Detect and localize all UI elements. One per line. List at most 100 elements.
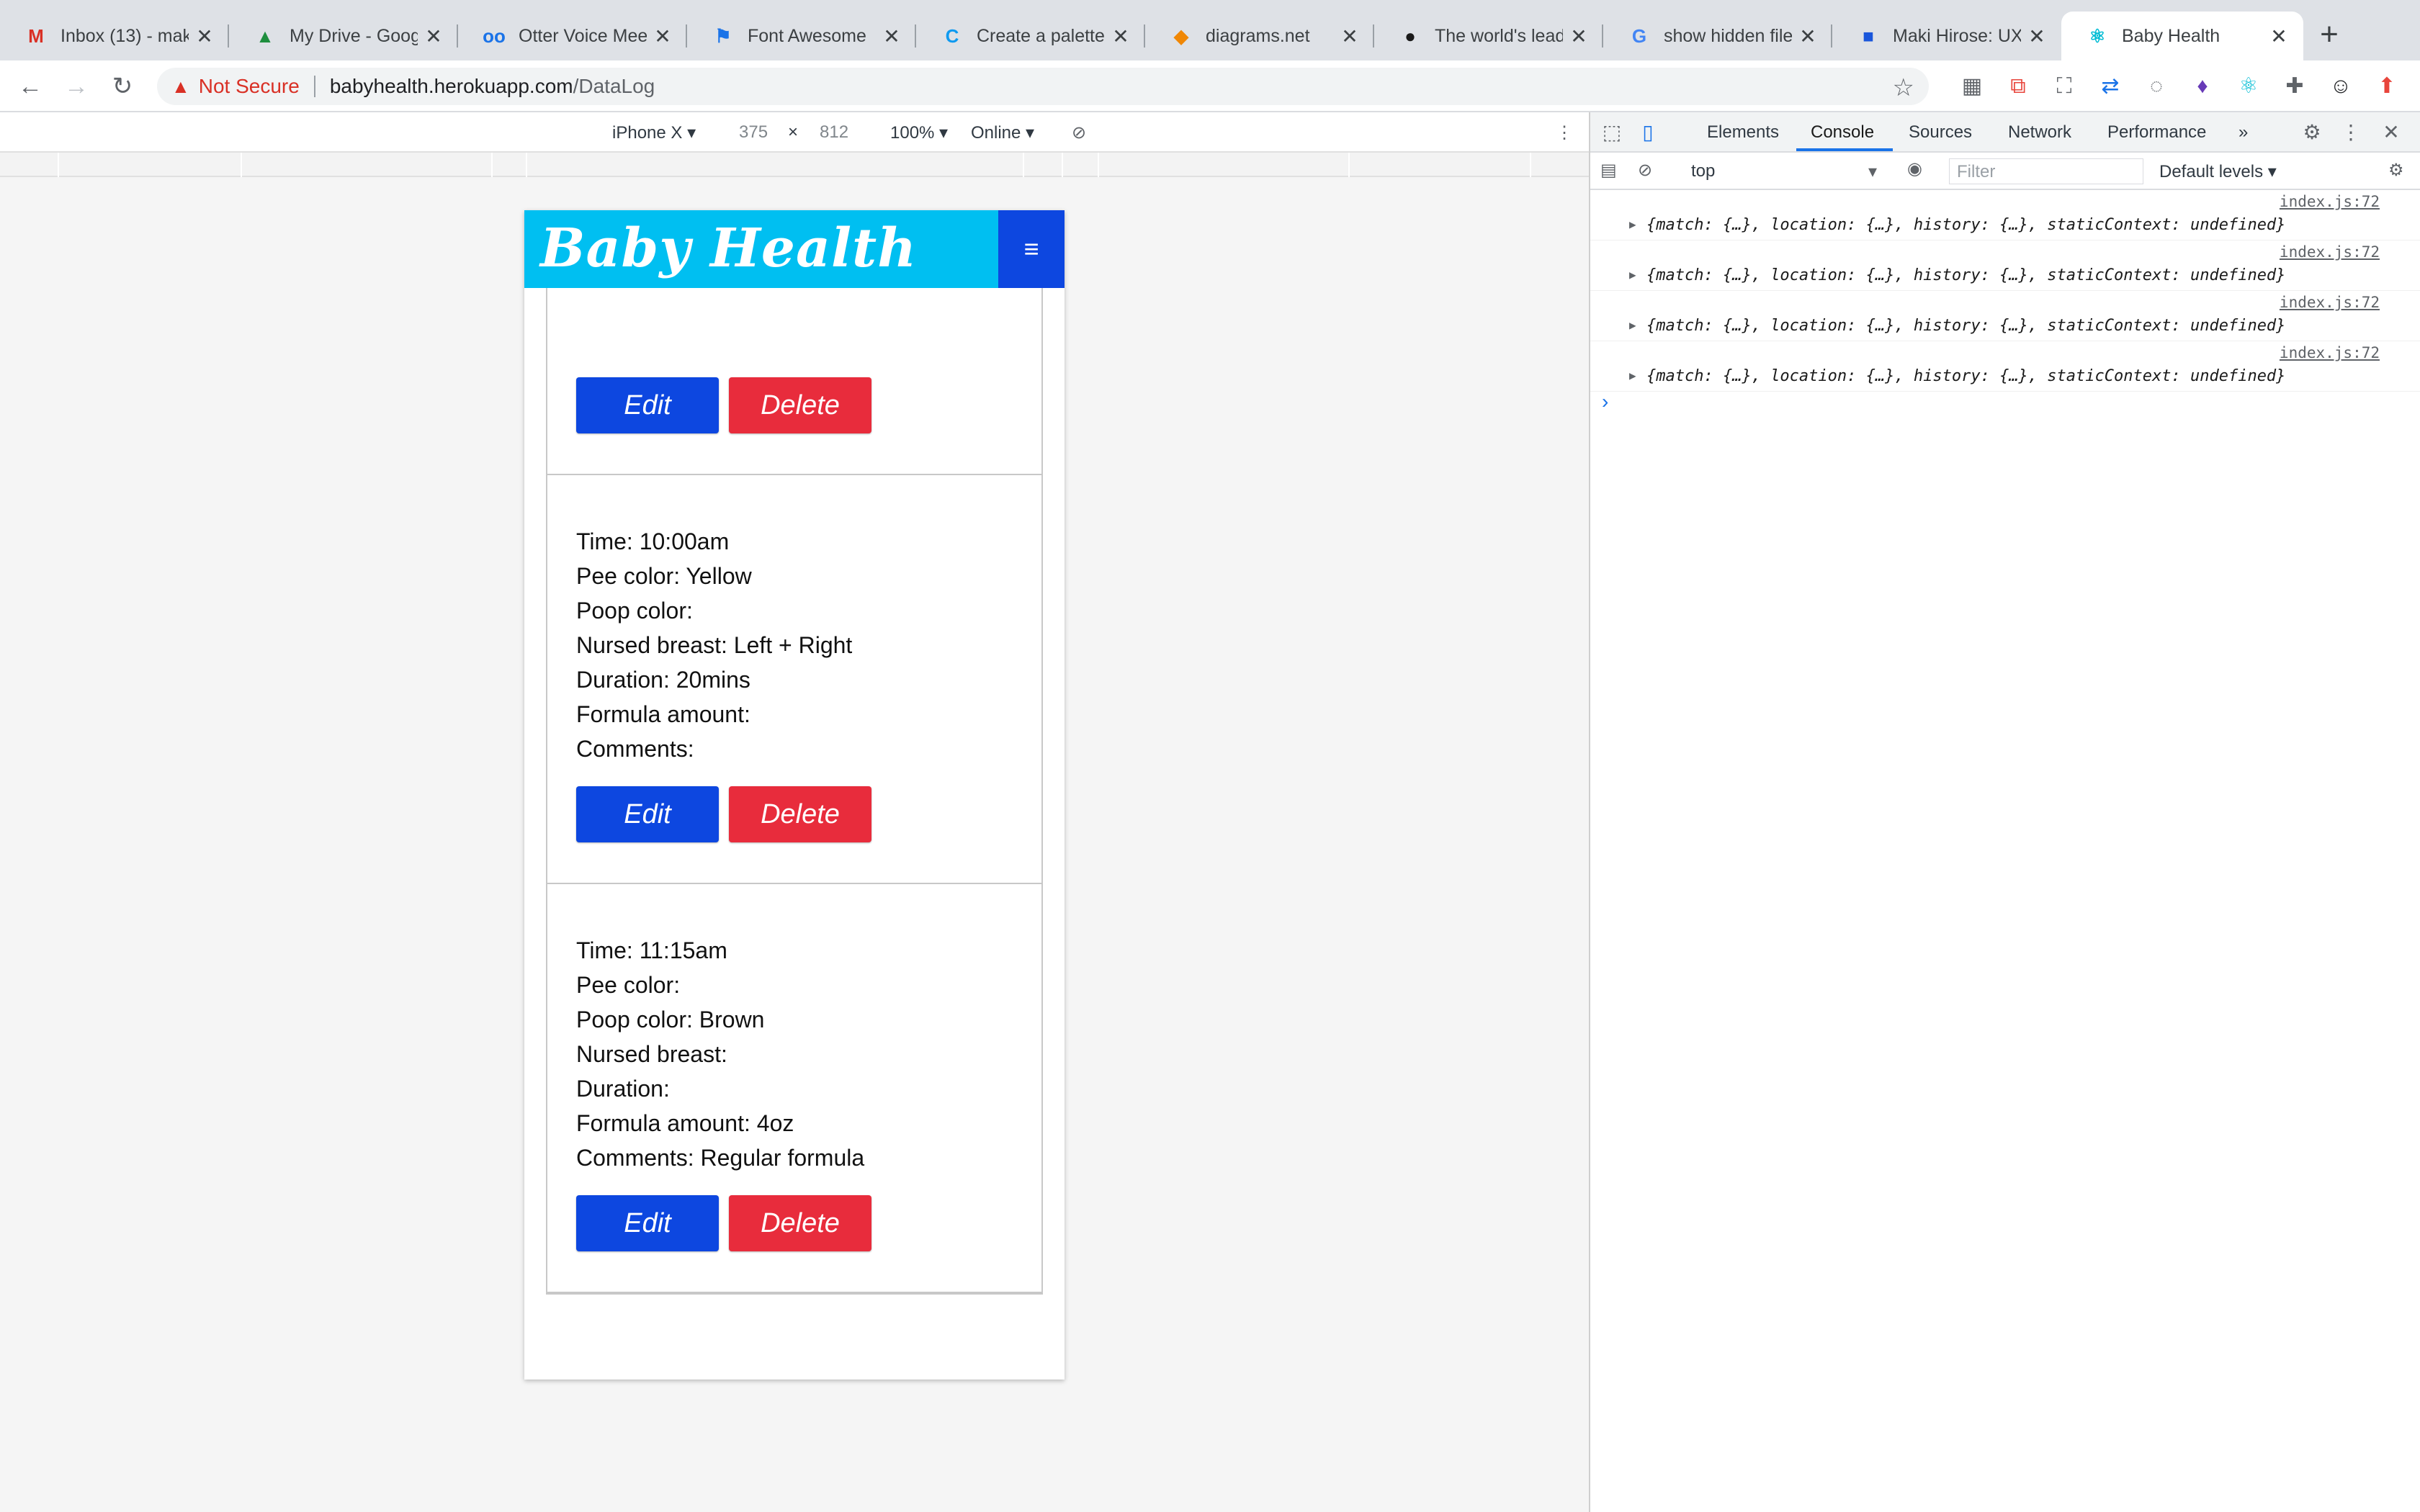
close-tab-icon[interactable]: ✕ [653,24,673,48]
bookmark-star-icon[interactable]: ☆ [1893,73,1914,102]
browser-tab[interactable]: ● The world's lead ✕ [1374,12,1603,60]
log-message: {match: {…}, location: {…}, history: {…}… [1646,367,2286,385]
browser-toolbar: ← → ↻ ▲ Not Secure babyhealth.herokuapp.… [0,60,2420,112]
back-icon[interactable]: ← [16,72,45,101]
close-tab-icon[interactable]: ✕ [1569,24,1589,48]
throttle-select[interactable]: Online ▾ [971,122,1034,143]
browser-tab[interactable]: oo Otter Voice Mee ✕ [458,12,687,60]
zoom-select[interactable]: 100% ▾ [890,122,948,143]
close-tab-icon[interactable]: ✕ [1340,24,1360,48]
expand-triangle-icon[interactable]: ▶ [1629,217,1636,231]
settings-gear-icon[interactable]: ⚙ [2300,121,2323,144]
close-tab-icon[interactable]: ✕ [2027,24,2047,48]
screenshot-icon[interactable]: ⛶ [2051,73,2077,99]
clear-console-icon[interactable]: ⊘ [1638,160,1652,181]
tab-title: Font Awesome [748,25,866,46]
browser-tab[interactable]: ◆ diagrams.net ✕ [1145,12,1374,60]
entry-field: Duration: [576,1076,670,1102]
address-bar[interactable]: ▲ Not Secure babyhealth.herokuapp.com /D… [157,68,1929,105]
media-query-bar[interactable] [0,153,1589,177]
inspect-element-icon[interactable]: ⬚ [1600,121,1623,144]
console-log-row[interactable]: index.js:72 ▶ {match: {…}, location: {…}, … [1590,291,2420,341]
close-tab-icon[interactable]: ✕ [882,24,902,48]
edit-button[interactable]: Edit [576,1195,719,1251]
viewport-height[interactable]: 812 [820,122,848,143]
browser-tab[interactable]: ▲ My Drive - Googl ✕ [229,12,458,60]
close-devtools-icon[interactable]: ✕ [2380,121,2403,144]
delete-button[interactable]: Delete [729,786,871,842]
browser-tab[interactable]: M Inbox (13) - mak ✕ [0,12,229,60]
console-log-row[interactable]: index.js:72 ▶ {match: {…}, location: {…}, … [1590,341,2420,392]
tab-elements[interactable]: Elements [1707,122,1779,143]
new-tab-button[interactable]: + [2312,17,2347,52]
devtools-menu-icon[interactable]: ⋮ [2339,121,2362,144]
browser-tab[interactable]: ⚛ Baby Health ✕ [2061,12,2303,60]
console-settings-icon[interactable]: ⚙ [2388,160,2404,181]
expand-triangle-icon[interactable]: ▶ [1629,318,1636,332]
close-tab-icon[interactable]: ✕ [2269,24,2289,48]
browser-tab[interactable]: Gshow hidden file ✕ [1603,12,1832,60]
sync-arrows-icon[interactable]: ⇄ [2097,73,2123,99]
not-secure-label[interactable]: Not Secure [199,75,300,98]
browser-tab[interactable]: ■ Maki Hirose: UX ✕ [1832,12,2061,60]
browser-tab[interactable]: C Create a palette ✕ [916,12,1145,60]
brand-logo[interactable]: Baby Health [540,217,917,279]
expand-triangle-icon[interactable]: ▶ [1629,369,1636,382]
eye-icon[interactable]: ◉ [1907,158,1922,179]
extension-share-icon[interactable]: ⧉ [2005,73,2031,99]
rotate-icon[interactable]: ⊘ [1072,122,1086,143]
entry-actions: Edit Delete [576,786,882,842]
console-filter-input[interactable]: Filter [1949,158,2143,184]
tab-console[interactable]: Console [1811,122,1874,143]
browser-tab[interactable]: ⚑ Font Awesome ✕ [687,12,916,60]
puzzle-icon[interactable]: ✚ [2282,73,2308,99]
update-icon[interactable]: ⬆ [2374,73,2400,99]
console-log-row[interactable]: index.js:72 ▶ {match: {…}, location: {…}, … [1590,240,2420,291]
log-source-link[interactable]: index.js:72 [2280,193,2380,210]
close-tab-icon[interactable]: ✕ [1798,24,1818,48]
tab-title: My Drive - Googl [290,25,418,46]
more-tabs-icon[interactable]: » [2238,122,2248,143]
tab-title: Maki Hirose: UX [1893,25,2021,46]
entry-actions: Edit Delete [576,377,882,433]
profile-avatar[interactable]: ☺ [2328,73,2354,99]
entry-field: Poop color: Brown [576,1007,765,1032]
reload-icon[interactable]: ↻ [108,72,137,101]
hamburger-icon: ≡ [1023,234,1039,264]
close-tab-icon[interactable]: ✕ [1111,24,1131,48]
delete-button[interactable]: Delete [729,1195,871,1251]
diagrams-icon: ◆ [1174,24,1188,47]
device-select[interactable]: iPhone X ▾ [612,122,696,143]
extension-grid-icon[interactable]: ▦ [1959,73,1985,99]
context-select[interactable]: top ▾ [1691,161,1886,181]
close-tab-icon[interactable]: ✕ [194,24,215,48]
tab-sources[interactable]: Sources [1909,122,1972,143]
more-options-icon[interactable]: ⋮ [1556,122,1573,143]
tab-performance[interactable]: Performance [2107,122,2206,143]
console-prompt[interactable]: › [1602,390,1608,413]
log-source-link[interactable]: index.js:72 [2280,294,2380,311]
app-header: Baby Health ≡ [524,210,1065,288]
log-source-link[interactable]: index.js:72 [2280,344,2380,361]
edit-button[interactable]: Edit [576,786,719,842]
viewport-width[interactable]: 375 [739,122,768,143]
tab-network[interactable]: Network [2008,122,2071,143]
forward-icon[interactable]: → [62,72,91,101]
entry-field: Comments: [576,736,694,762]
delete-button[interactable]: Delete [729,377,871,433]
entry-field: Nursed breast: Left + Right [576,632,853,658]
log-levels-select[interactable]: Default levels ▾ [2159,161,2277,182]
graduation-cap-icon[interactable]: ♦ [2190,73,2215,99]
console-log-row[interactable]: index.js:72 ▶ {match: {…}, location: {…}, … [1590,190,2420,240]
entry-field: Formula amount: 4oz [576,1110,794,1136]
tab-title: diagrams.net [1206,25,1310,46]
code-icon[interactable]: ◌ [2143,73,2169,99]
hamburger-menu-button[interactable]: ≡ [998,210,1065,288]
sidebar-toggle-icon[interactable]: ▤ [1600,160,1617,181]
react-devtools-icon[interactable]: ⚛ [2236,73,2262,99]
edit-button[interactable]: Edit [576,377,719,433]
expand-triangle-icon[interactable]: ▶ [1629,268,1636,282]
close-tab-icon[interactable]: ✕ [424,24,444,48]
log-source-link[interactable]: index.js:72 [2280,243,2380,261]
device-toggle-icon[interactable]: ▯ [1636,121,1659,144]
